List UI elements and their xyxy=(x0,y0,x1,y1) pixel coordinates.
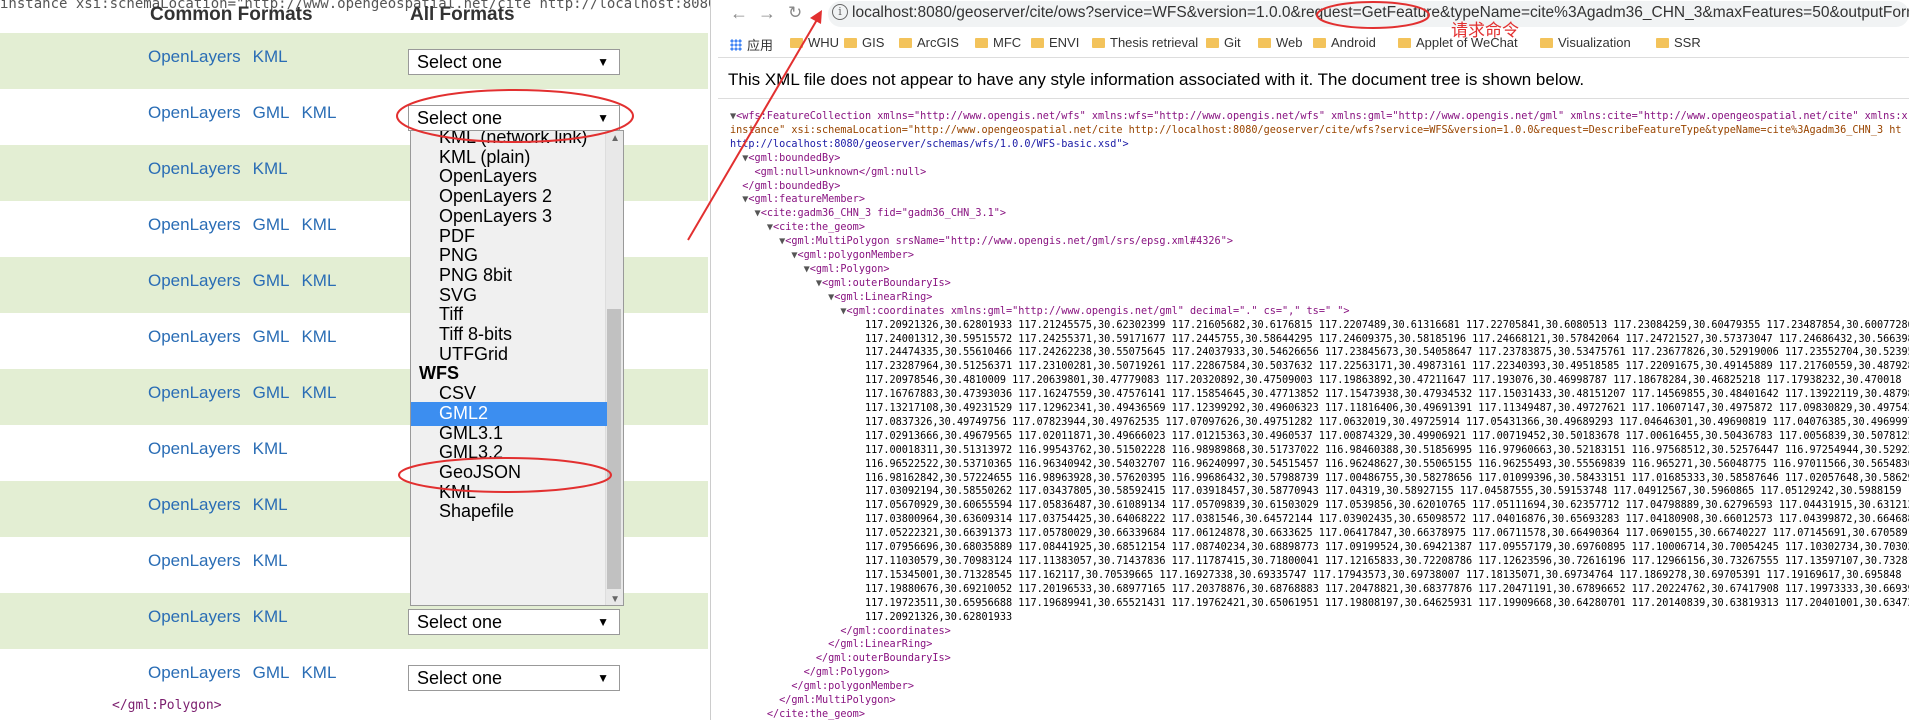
annotation-circle-select xyxy=(396,89,634,143)
annotation-arrow-line xyxy=(687,17,819,241)
annotation-circle-getfeature xyxy=(1316,1,1430,29)
annotation-circle-gml2 xyxy=(398,457,612,493)
annotation-overlay xyxy=(396,1,1430,493)
